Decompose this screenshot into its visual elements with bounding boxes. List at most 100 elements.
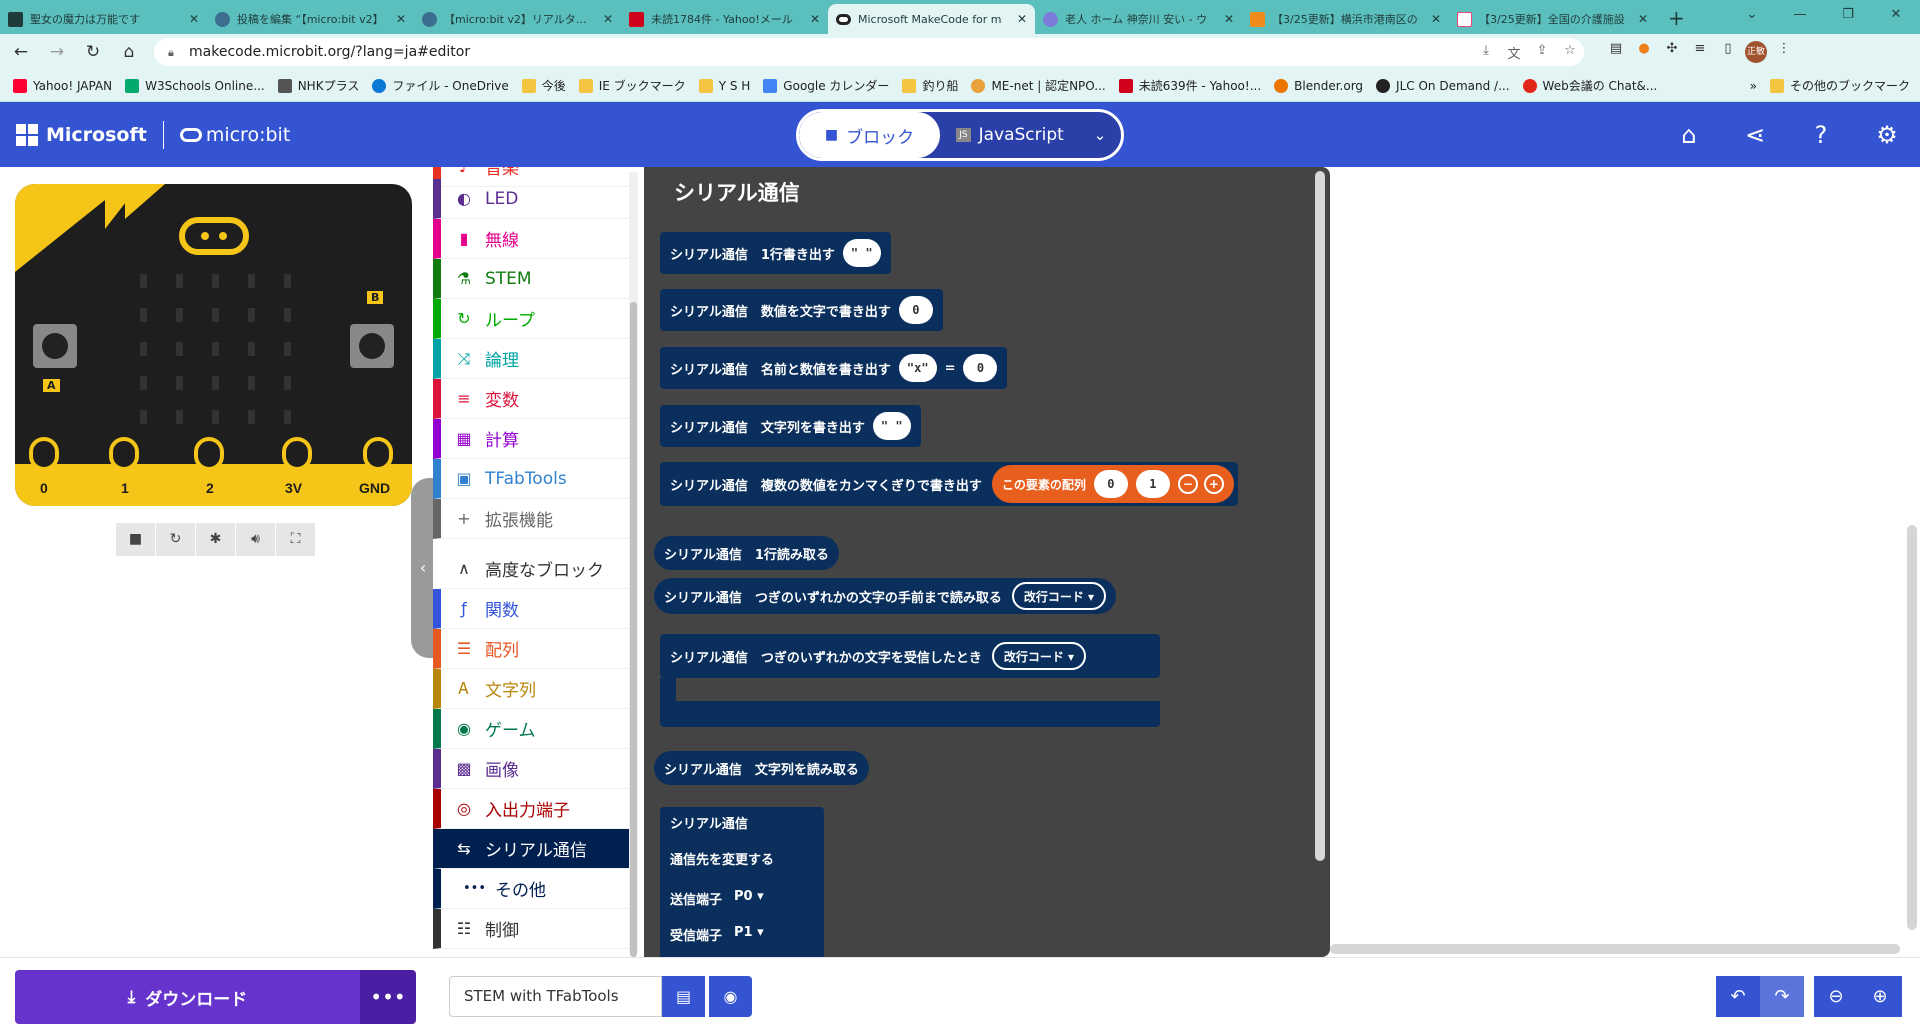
pin-1[interactable] — [109, 437, 139, 471]
home-icon[interactable]: ⌂ — [1656, 121, 1722, 149]
browser-tab[interactable]: 老人 ホーム 神奈川 安い - ウ ✕ — [1035, 4, 1242, 34]
redo-button[interactable]: ↷ — [1760, 976, 1804, 1017]
number-slot[interactable]: 0 — [963, 354, 998, 382]
bookmark-item[interactable]: 未読639件 - Yahoo!... — [1118, 77, 1261, 94]
download-button[interactable]: ⤓ ダウンロード — [15, 970, 360, 1024]
bookmark-item[interactable]: W3Schools Online... — [125, 78, 265, 93]
category-loops[interactable]: ↻ ループ — [433, 299, 629, 339]
browser-tab-active[interactable]: Microsoft MakeCode for m ✕ — [828, 4, 1035, 34]
block-redirect[interactable]: シリアル通信 通信先を変更する 送信端子 P0 ▾ 受信端子 P1 ▾ — [660, 807, 824, 957]
project-name-input[interactable]: STEM with TFabTools — [449, 976, 662, 1017]
pin-2[interactable] — [194, 437, 224, 471]
bookmark-folder[interactable]: Y S H — [698, 78, 750, 93]
delimiter-dropdown[interactable]: 改行コード ▾ — [1011, 582, 1107, 610]
browser-tab[interactable]: 聖女の魔力は万能です ✕ — [0, 4, 207, 34]
download-more-button[interactable]: ••• — [360, 970, 416, 1024]
block-read-until[interactable]: シリアル通信 つぎのいずれかの文字の手前まで読み取る 改行コード ▾ — [654, 578, 1117, 614]
category-logic[interactable]: ⤨ 論理 — [433, 339, 629, 379]
number-slot[interactable]: 0 — [1093, 470, 1128, 498]
avatar[interactable]: 正敏 — [1745, 41, 1767, 63]
add-icon[interactable]: + — [1203, 474, 1224, 494]
url-field[interactable]: 🔒︎ makecode.microbit.org/?lang=ja#editor… — [154, 38, 1584, 66]
puzzle-icon[interactable]: ✣ — [1658, 41, 1686, 63]
workspace-vscrollbar[interactable] — [1907, 525, 1917, 930]
save-button[interactable]: ▤ — [662, 976, 705, 1017]
remove-icon[interactable]: − — [1177, 474, 1198, 494]
language-dropdown[interactable]: ⌄ — [1080, 126, 1120, 144]
block-write-line[interactable]: シリアル通信 1行書き出す " " — [660, 232, 891, 274]
number-slot[interactable]: 1 — [1135, 470, 1170, 498]
close-icon[interactable]: ✕ — [1017, 12, 1027, 26]
more-bookmarks-button[interactable]: » — [1750, 79, 1757, 93]
block-write-string[interactable]: シリアル通信 文字列を書き出す " " — [660, 405, 921, 447]
string-slot[interactable]: " " — [842, 239, 881, 267]
tx-pin-dropdown[interactable]: P0 ▾ — [734, 889, 764, 925]
collapse-simulator-button[interactable]: ‹ — [411, 478, 435, 658]
browser-tab[interactable]: 【3/25更新】全国の介護施設 ✕ — [1449, 4, 1656, 34]
block-write-value[interactable]: シリアル通信 名前と数値を書き出す "x" = 0 — [660, 347, 1008, 389]
undo-button[interactable]: ↶ — [1716, 976, 1760, 1017]
reload-icon[interactable]: ↻ — [78, 42, 108, 62]
bookmark-item[interactable]: ファイル - OneDrive — [372, 77, 509, 94]
block-write-numbers[interactable]: シリアル通信 複数の数値をカンマくぎりで書き出す この要素の配列 0 1 − + — [660, 462, 1238, 506]
workspace-hscrollbar[interactable] — [1330, 944, 1900, 954]
category-text[interactable]: Ꭺ 文字列 — [433, 669, 629, 709]
category-control[interactable]: ☷ 制御 — [433, 909, 629, 949]
share-icon[interactable]: ⋖ — [1722, 121, 1788, 149]
zoom-in-button[interactable]: ⊕ — [1858, 976, 1902, 1017]
button-a[interactable] — [33, 324, 77, 368]
reading-list-icon[interactable]: ≡ — [1686, 41, 1714, 63]
new-tab-button[interactable]: + — [1668, 4, 1685, 34]
microbit-board[interactable]: A B 0 1 2 3V GND — [15, 184, 412, 506]
zoom-out-button[interactable]: ⊖ — [1814, 976, 1858, 1017]
close-icon[interactable]: ✕ — [603, 12, 613, 26]
category-variables[interactable]: ≡ 変数 — [433, 379, 629, 419]
minimize-icon[interactable]: — — [1776, 0, 1824, 30]
sidepanel-icon[interactable]: ▯ — [1714, 41, 1742, 63]
array-block[interactable]: この要素の配列 0 1 − + — [991, 465, 1234, 503]
category-stem[interactable]: ⚗ STEM — [433, 259, 629, 299]
install-icon[interactable]: ⤓ — [1472, 43, 1500, 62]
extension-icon[interactable]: ● — [1630, 41, 1658, 63]
restore-icon[interactable]: ❐ — [1824, 0, 1872, 30]
blocks-workspace[interactable] — [1330, 167, 1920, 957]
bookmark-item[interactable]: Blender.org — [1274, 78, 1363, 93]
category-math[interactable]: ▦ 計算 — [433, 419, 629, 459]
bookmark-folder[interactable]: 今後 — [521, 77, 566, 94]
close-icon[interactable]: ✕ — [1224, 12, 1234, 26]
bookmark-folder[interactable]: 釣り船 — [902, 77, 958, 94]
toolbox-scrollbar[interactable] — [629, 172, 638, 957]
category-images[interactable]: ▩ 画像 — [433, 749, 629, 789]
pin-gnd[interactable] — [363, 437, 393, 471]
pin-0[interactable] — [29, 437, 59, 471]
category-serial[interactable]: ⇆ シリアル通信 — [433, 829, 629, 869]
close-icon[interactable]: ✕ — [396, 12, 406, 26]
scroll-thumb[interactable] — [630, 302, 637, 957]
debug-icon[interactable]: ✱ — [196, 523, 235, 556]
browser-tab[interactable]: 未読1784件 - Yahoo!メール ✕ — [621, 4, 828, 34]
button-b[interactable] — [350, 324, 394, 368]
stop-icon[interactable]: ■ — [116, 523, 155, 556]
help-icon[interactable]: ? — [1788, 121, 1854, 149]
close-window-icon[interactable]: ✕ — [1872, 0, 1920, 30]
category-serial-more[interactable]: ••• その他 — [433, 869, 629, 909]
category-advanced[interactable]: ∧ 高度なブロック — [433, 549, 629, 589]
sound-icon[interactable]: 🔊︎ — [236, 523, 275, 556]
extension-icon[interactable]: ▤ — [1602, 41, 1630, 63]
close-icon[interactable]: ✕ — [810, 12, 820, 26]
category-tfabtools[interactable]: ▣ TFabTools — [433, 459, 629, 499]
chevron-down-icon[interactable]: ⌄ — [1728, 0, 1776, 30]
block-write-number[interactable]: シリアル通信 数値を文字で書き出す 0 — [660, 289, 943, 331]
category-extensions[interactable]: + 拡張機能 — [433, 499, 629, 539]
menu-icon[interactable]: ⋮ — [1770, 41, 1798, 63]
browser-tab[interactable]: 投稿を編集 “【micro:bit v2】 ✕ — [207, 4, 414, 34]
category-arrays[interactable]: ☰ 配列 — [433, 629, 629, 669]
other-bookmarks[interactable]: その他のブックマーク — [1769, 77, 1910, 94]
bookmark-item[interactable]: Yahoo! JAPAN — [13, 78, 112, 93]
flyout-scrollbar[interactable] — [1315, 171, 1325, 861]
close-icon[interactable]: ✕ — [1431, 12, 1441, 26]
delimiter-dropdown[interactable]: 改行コード ▾ — [991, 642, 1087, 670]
bookmark-item[interactable]: JLC On Demand /... — [1376, 78, 1510, 93]
settings-gear-icon[interactable]: ⚙ — [1854, 121, 1920, 149]
block-read-line[interactable]: シリアル通信 1行読み取る — [654, 536, 839, 570]
